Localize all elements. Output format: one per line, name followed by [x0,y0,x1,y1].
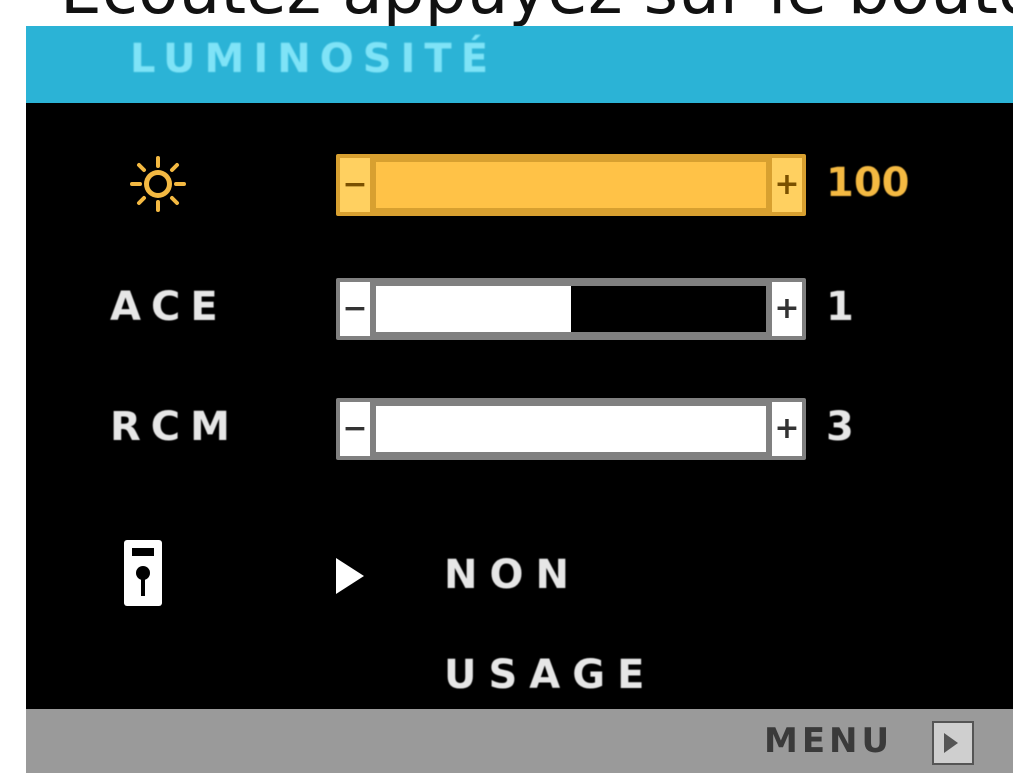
ace-increase-button[interactable]: + [772,282,802,336]
ace-label: ACE [110,284,228,330]
remote-control-icon [124,540,162,606]
rcm-slider[interactable]: − + [336,398,806,460]
caption-fragment: Ecoutez appuyez sur le bouton [60,0,1013,26]
rcm-fill [376,406,766,452]
brightness-increase-button[interactable]: + [772,158,802,212]
menu-label[interactable]: MENU [764,721,893,761]
footer-bar: MENU [26,709,1013,773]
brightness-fill [376,162,766,208]
option-non[interactable]: NON [444,552,581,598]
rcm-row[interactable]: RCM − + 3 [26,388,1013,468]
rcm-track [376,406,766,452]
sun-icon [130,156,186,212]
title-bar: LUMINOSITÉ [26,26,1013,103]
rcm-label: RCM [110,404,240,450]
rcm-decrease-button[interactable]: − [340,402,370,456]
brightness-row[interactable]: − + 100 [26,144,1013,224]
play-arrow-icon [336,558,364,594]
menu-title: LUMINOSITÉ [130,36,498,82]
rcm-value: 3 [826,404,854,450]
osd-panel: LUMINOSITÉ − + 100 ACE − + 1 RCM − + 3 N… [26,26,1013,773]
ace-track [376,286,766,332]
ace-slider[interactable]: − + [336,278,806,340]
brightness-decrease-button[interactable]: − [340,158,370,212]
ace-value: 1 [826,284,854,330]
exit-arrow-icon[interactable] [932,721,974,765]
option-usage[interactable]: USAGE [444,652,656,698]
remote-row[interactable]: NON [26,536,1013,616]
ace-fill [376,286,571,332]
ace-row[interactable]: ACE − + 1 [26,268,1013,348]
brightness-value: 100 [826,160,910,206]
brightness-track [376,162,766,208]
brightness-slider[interactable]: − + [336,154,806,216]
ace-decrease-button[interactable]: − [340,282,370,336]
rcm-increase-button[interactable]: + [772,402,802,456]
